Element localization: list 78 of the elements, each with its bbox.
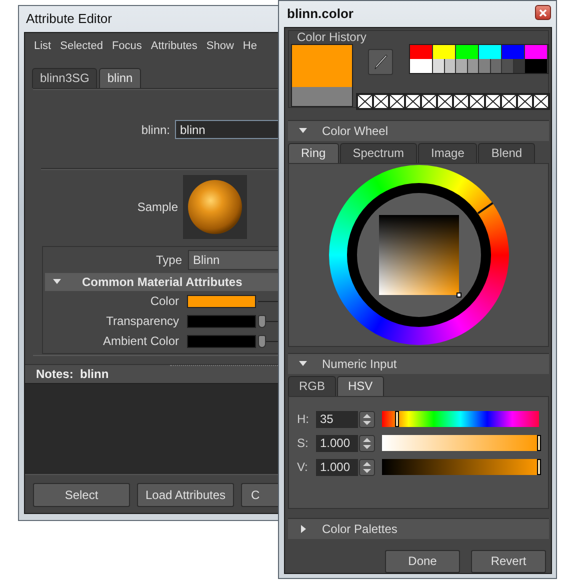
field-label: S: [297, 436, 310, 450]
slider-thumb[interactable] [258, 334, 266, 348]
eyedropper-icon [374, 54, 388, 70]
section-header[interactable]: Color Wheel [288, 120, 549, 141]
saturation-value-square[interactable] [378, 215, 458, 295]
palette-swatch[interactable] [410, 45, 433, 59]
spinner-buttons[interactable] [359, 458, 375, 476]
palette-swatch[interactable] [433, 45, 456, 59]
palette-swatch[interactable] [456, 45, 479, 59]
button[interactable]: Load Attributes [137, 483, 234, 507]
section-header[interactable]: Numeric Input [288, 353, 549, 374]
menu-item[interactable]: List [34, 38, 52, 54]
tab[interactable]: Ring [288, 143, 339, 163]
attribute-label: Ambient Color [102, 334, 180, 348]
window-title: blinn.color [286, 5, 354, 23]
type-dropdown[interactable]: Blinn [188, 250, 280, 270]
menu-item[interactable]: He [242, 38, 257, 54]
tab[interactable]: Blend [478, 143, 536, 163]
attribute-label: Color [149, 294, 180, 308]
color-swatch[interactable] [187, 334, 256, 348]
window-title: Attribute Editor [25, 10, 112, 28]
palette-swatch[interactable] [479, 45, 502, 59]
close-button[interactable] [535, 5, 551, 20]
color-slider[interactable] [382, 459, 539, 475]
section-header[interactable]: Color Palettes [288, 518, 549, 539]
menu-item[interactable]: Focus [112, 38, 142, 54]
field-label: blinn: [140, 122, 171, 136]
menu-item[interactable]: Attributes [150, 38, 198, 54]
color-swatch[interactable] [187, 314, 256, 328]
palette-swatch[interactable] [444, 59, 456, 73]
palette-swatch[interactable] [525, 45, 548, 59]
button[interactable]: Select [33, 483, 130, 507]
number-field[interactable]: 1.000 [316, 434, 358, 452]
palette-swatch[interactable] [502, 45, 525, 59]
hue-marker[interactable] [478, 203, 492, 214]
button[interactable]: Done [385, 550, 460, 573]
palette-swatch[interactable] [514, 59, 525, 73]
spinner-buttons[interactable] [359, 410, 375, 428]
menu-item[interactable]: Selected [60, 38, 103, 54]
tab[interactable]: HSV [337, 376, 384, 396]
color-picker-handle[interactable] [456, 292, 461, 298]
group-label: Color History [295, 31, 368, 44]
name-field[interactable]: blinn [175, 120, 280, 139]
slider-thumb[interactable] [537, 459, 541, 475]
slider-thumb[interactable] [258, 314, 266, 328]
field-label: H: [297, 412, 310, 426]
tab[interactable]: Image [418, 143, 478, 163]
palette-swatch[interactable] [479, 59, 490, 73]
spinner-buttons[interactable] [359, 434, 375, 452]
material-preview [183, 175, 247, 239]
palette-swatch[interactable] [410, 59, 433, 73]
field-label: Sample [136, 200, 179, 214]
palette-swatch[interactable] [433, 59, 444, 73]
palette-swatch[interactable] [490, 59, 502, 73]
section-header[interactable]: Common Material Attributes [45, 273, 280, 291]
color-swatch[interactable] [187, 294, 256, 308]
tab[interactable]: RGB [288, 376, 336, 396]
close-icon [539, 8, 547, 16]
color-slider[interactable] [382, 411, 539, 427]
palette-swatch[interactable] [468, 59, 479, 73]
palette-swatch[interactable] [456, 59, 468, 73]
button[interactable]: C [241, 483, 280, 507]
tab[interactable]: blinn [99, 68, 141, 88]
menu-item[interactable]: Show [206, 38, 234, 54]
slider-thumb[interactable] [537, 435, 541, 451]
palette-swatch[interactable] [525, 59, 548, 73]
number-field[interactable]: 1.000 [316, 458, 358, 476]
notes-label: Notes: blinn [36, 366, 109, 383]
number-field[interactable]: 35 [316, 410, 358, 428]
color-slider[interactable] [382, 435, 539, 451]
attribute-label: Transparency [105, 314, 180, 328]
button[interactable]: Revert [471, 550, 546, 573]
field-label: V: [297, 460, 309, 474]
slider-thumb[interactable] [395, 411, 400, 427]
tab[interactable]: blinn3SG [32, 68, 98, 88]
palette-swatch[interactable] [502, 59, 514, 73]
field-label: Type [154, 253, 183, 267]
tab[interactable]: Spectrum [340, 143, 418, 163]
